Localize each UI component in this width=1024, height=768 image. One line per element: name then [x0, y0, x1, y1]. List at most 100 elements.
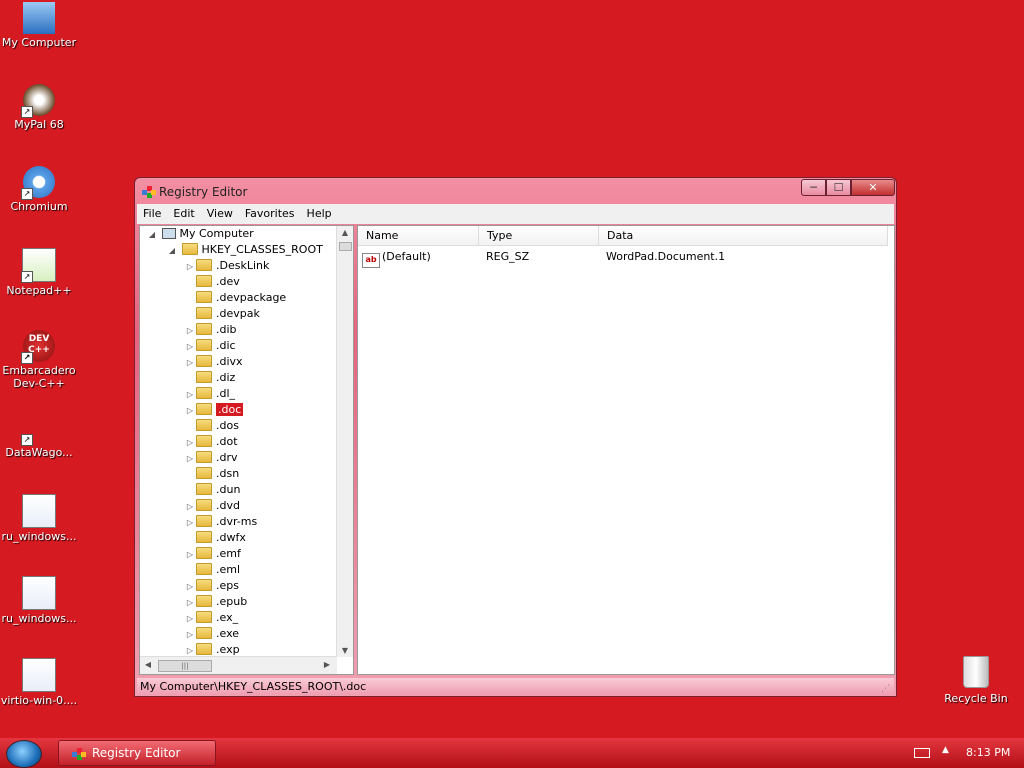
- scroll-right-icon[interactable]: ▶: [319, 660, 335, 669]
- tree-key[interactable]: .dos: [184, 418, 239, 434]
- menu-view[interactable]: View: [201, 204, 239, 223]
- desktop-icon[interactable]: DEV C++ ↗ Embarcadero Dev-C++: [0, 330, 78, 390]
- tree-key[interactable]: ▷ .divx: [184, 354, 243, 370]
- scroll-thumb-horizontal[interactable]: |||: [158, 660, 212, 672]
- collapse-icon[interactable]: ◢: [146, 227, 158, 243]
- scroll-down-icon[interactable]: ▼: [337, 646, 353, 655]
- expand-icon[interactable]: ▷: [184, 595, 196, 611]
- tree-key[interactable]: ▷ .dvd: [184, 498, 240, 514]
- tree-key[interactable]: .devpackage: [184, 290, 286, 306]
- tree-key[interactable]: ▷ .ex_: [184, 610, 238, 626]
- expand-icon[interactable]: ▷: [184, 387, 196, 403]
- values-list[interactable]: Name Type Data ab (Default) REG_SZ WordPa…: [357, 225, 895, 675]
- expand-icon[interactable]: ▷: [184, 627, 196, 643]
- tree-key[interactable]: .dwfx: [184, 530, 246, 546]
- taskbar-registry-editor[interactable]: Registry Editor: [58, 740, 216, 766]
- document-icon: [22, 576, 56, 610]
- value-name: (Default): [382, 250, 431, 263]
- tree-key[interactable]: ▷ .exe: [184, 626, 239, 642]
- taskbar-task-label: Registry Editor: [92, 746, 181, 760]
- tree-key[interactable]: ▷ .dot: [184, 434, 238, 450]
- shortcut-arrow-icon: ↗: [21, 271, 33, 283]
- desktop-icon[interactable]: ru_windows...: [0, 494, 78, 543]
- menu-edit[interactable]: Edit: [167, 204, 200, 223]
- tree-key[interactable]: ▷ .epub: [184, 594, 247, 610]
- tree-key[interactable]: ▷ .dl_: [184, 386, 235, 402]
- expand-icon[interactable]: ▷: [184, 515, 196, 531]
- tree-key[interactable]: ▷ .emf: [184, 546, 241, 562]
- title-bar[interactable]: Registry Editor ─ ☐ ✕: [135, 178, 896, 204]
- desktop-icon[interactable]: ru_windows...: [0, 576, 78, 625]
- expand-icon[interactable]: ▷: [184, 579, 196, 595]
- collapse-icon[interactable]: ◢: [166, 243, 178, 259]
- expand-icon[interactable]: ▷: [184, 435, 196, 451]
- recycle-bin[interactable]: Recycle Bin: [936, 656, 1016, 705]
- notepadpp-icon: ↗: [21, 248, 56, 283]
- keyboard-icon[interactable]: [914, 748, 930, 758]
- tree-root[interactable]: ◢ My Computer: [146, 226, 254, 242]
- start-button[interactable]: [6, 740, 42, 768]
- desktop-icon-label: My Computer: [1, 36, 77, 49]
- resize-grip-icon[interactable]: ⋰: [881, 681, 890, 698]
- tray-expand-icon[interactable]: ▲: [942, 745, 949, 755]
- tree-key[interactable]: .eml: [184, 562, 240, 578]
- folder-icon: [196, 627, 212, 639]
- minimize-button[interactable]: ─: [801, 179, 826, 196]
- registry-editor-icon: [72, 748, 86, 760]
- scroll-thumb[interactable]: [339, 242, 352, 251]
- value-row[interactable]: ab (Default): [362, 248, 431, 268]
- menu-help[interactable]: Help: [301, 204, 338, 223]
- expand-icon[interactable]: ▷: [184, 259, 196, 275]
- tree-key[interactable]: .dsn: [184, 466, 239, 482]
- tree-key-label: .epub: [216, 595, 248, 608]
- desktop-icon[interactable]: ↗ MyPal 68: [0, 84, 78, 131]
- expand-icon[interactable]: ▷: [184, 547, 196, 563]
- tree-key[interactable]: ▷ .dib: [184, 322, 237, 338]
- menu-file[interactable]: File: [137, 204, 167, 223]
- scroll-left-icon[interactable]: ◀: [140, 660, 156, 669]
- close-button[interactable]: ✕: [851, 179, 895, 196]
- column-header-data[interactable]: Data: [599, 226, 888, 246]
- tree-key[interactable]: ▷ .dic: [184, 338, 236, 354]
- registry-tree[interactable]: ◢ My Computer ◢ HKEY_CLASSES_ROOT ▷ .Desk…: [139, 225, 354, 675]
- computer-icon: [23, 2, 55, 34]
- tree-vertical-scrollbar[interactable]: ▲ ▼: [336, 226, 353, 657]
- tree-key[interactable]: .dun: [184, 482, 240, 498]
- desktop-icon[interactable]: ↗ Notepad++: [0, 248, 78, 297]
- tree-key[interactable]: ▷ .drv: [184, 450, 238, 466]
- tree-key[interactable]: ▷ .DeskLink: [184, 258, 269, 274]
- clock[interactable]: 8:13 PM: [966, 746, 1010, 759]
- maximize-button[interactable]: ☐: [826, 179, 851, 196]
- desktop-icon[interactable]: ↗ DataWago...: [0, 412, 78, 459]
- column-header-name[interactable]: Name: [358, 226, 479, 246]
- document-icon: [22, 658, 56, 692]
- folder-icon: [196, 355, 212, 367]
- folder-icon: [196, 531, 212, 543]
- expand-icon[interactable]: ▷: [184, 499, 196, 515]
- tree-key[interactable]: ▷ .dvr-ms: [184, 514, 257, 530]
- tree-hive[interactable]: ◢ HKEY_CLASSES_ROOT: [166, 242, 323, 258]
- tree-key[interactable]: ▷ .eps: [184, 578, 239, 594]
- column-header-type[interactable]: Type: [479, 226, 599, 246]
- expand-icon[interactable]: ▷: [184, 611, 196, 627]
- desktop-icon-label: virtio-win-0....: [0, 694, 78, 707]
- expand-icon[interactable]: ▷: [184, 451, 196, 467]
- folder-icon: [196, 643, 212, 655]
- tree-key[interactable]: .devpak: [184, 306, 260, 322]
- expand-icon[interactable]: ▷: [184, 403, 196, 419]
- tree-key[interactable]: .diz: [184, 370, 235, 386]
- registry-editor-window[interactable]: Registry Editor ─ ☐ ✕ File Edit View Favori…: [134, 177, 897, 697]
- taskbar: Registry Editor ▲ 8:13 PM: [0, 738, 1024, 768]
- tree-key[interactable]: .dev: [184, 274, 240, 290]
- expand-icon[interactable]: ▷: [184, 355, 196, 371]
- expand-icon[interactable]: ▷: [184, 323, 196, 339]
- menu-favorites[interactable]: Favorites: [239, 204, 301, 223]
- tree-horizontal-scrollbar[interactable]: ◀ ||| ▶: [140, 656, 337, 674]
- desktop-icon[interactable]: ↗ Chromium: [0, 166, 78, 213]
- desktop-icon[interactable]: virtio-win-0....: [0, 658, 78, 707]
- tree-key[interactable]: ▷ .doc: [184, 402, 244, 419]
- expand-icon[interactable]: ▷: [184, 339, 196, 355]
- scroll-up-icon[interactable]: ▲: [337, 228, 353, 237]
- tree-key-label: .ex_: [216, 611, 239, 624]
- desktop-icon[interactable]: My Computer: [0, 2, 78, 49]
